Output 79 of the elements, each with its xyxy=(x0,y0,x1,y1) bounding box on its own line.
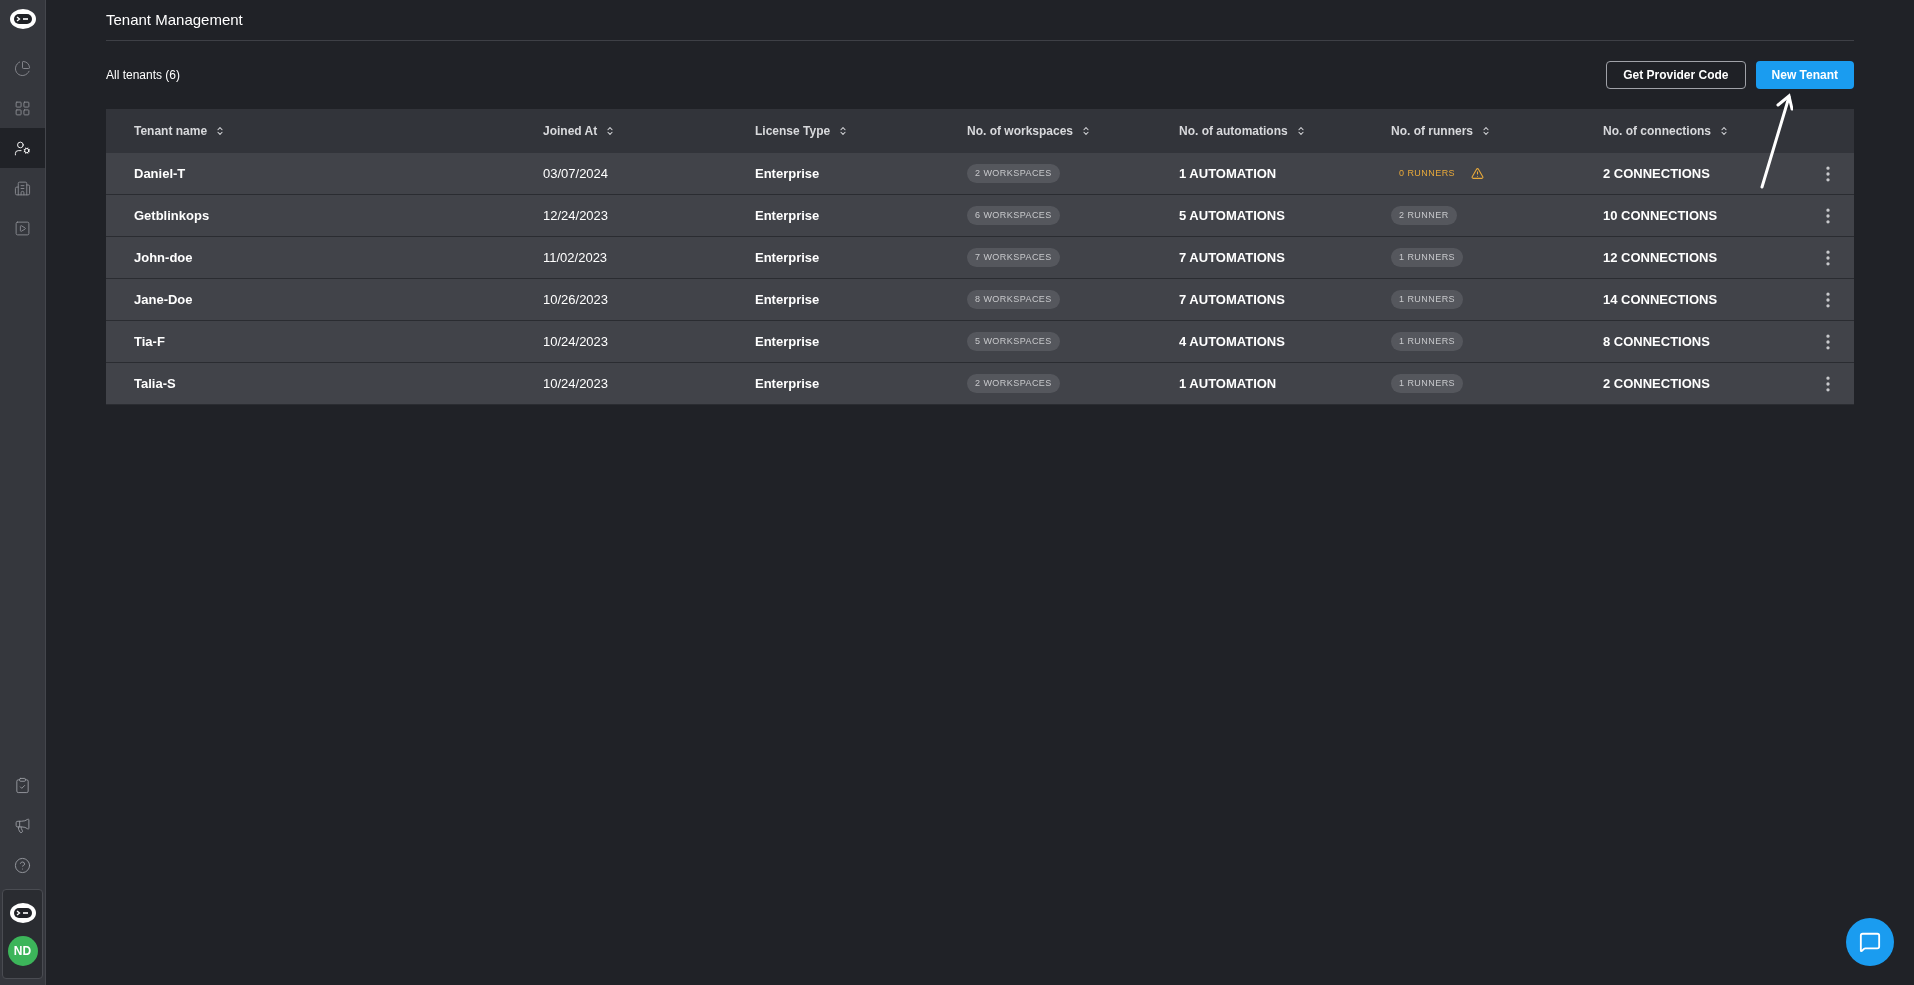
connections-count: 8 CONNECTIONS xyxy=(1603,332,1711,351)
column-header[interactable]: No. of connections xyxy=(1603,122,1798,140)
tenant-name: John-doe xyxy=(134,248,194,267)
joined-date: 10/26/2023 xyxy=(543,290,610,309)
users-icon xyxy=(14,139,31,157)
sidebar-item[interactable] xyxy=(0,128,45,168)
sort-icon xyxy=(1295,126,1306,136)
automations-count: 7 AUTOMATIONS xyxy=(1179,290,1286,309)
warning-icon xyxy=(1471,167,1485,180)
sort-icon xyxy=(1081,126,1092,136)
workspaces-badge: 2 WORKSPACES xyxy=(967,163,1060,184)
sort-icon xyxy=(605,126,616,136)
tenant-name: Talia-S xyxy=(134,374,177,393)
runners-badge: 2 RUNNER xyxy=(1391,205,1457,226)
connections-count: 10 CONNECTIONS xyxy=(1603,206,1719,225)
building-icon xyxy=(14,179,31,197)
automations-count: 4 AUTOMATIONS xyxy=(1179,332,1286,351)
help-icon[interactable] xyxy=(14,856,31,874)
sort-icon xyxy=(838,126,849,136)
connections-count: 14 CONNECTIONS xyxy=(1603,290,1719,309)
license-type: Enterprise xyxy=(755,374,821,393)
connections-count: 12 CONNECTIONS xyxy=(1603,248,1719,267)
column-header[interactable]: No. of runners xyxy=(1391,122,1603,140)
column-header[interactable]: License Type xyxy=(755,122,967,140)
sort-icon xyxy=(1481,126,1491,136)
joined-date: 03/07/2024 xyxy=(543,164,610,183)
column-header[interactable]: No. of automations xyxy=(1179,122,1391,140)
license-type: Enterprise xyxy=(755,332,821,351)
tenant-name: Getblinkops xyxy=(134,206,211,225)
robot-logo-icon xyxy=(8,8,37,30)
runners-badge: 1 RUNNERS xyxy=(1391,331,1464,352)
joined-date: 11/02/2023 xyxy=(543,248,609,267)
automations-count: 1 AUTOMATION xyxy=(1179,374,1278,393)
connections-count: 2 CONNECTIONS xyxy=(1603,164,1711,183)
sort-icon xyxy=(1719,126,1729,136)
joined-date: 10/24/2023 xyxy=(543,332,610,351)
table-row[interactable]: John-doe 11/02/2023 Enterprise 7 WORKSPACES 7 AUTOMATIONS 1 RUNNERS 12 CONNECTIONS xyxy=(106,237,1854,279)
column-header[interactable]: Joined At xyxy=(543,122,755,140)
runners-badge: 1 RUNNERS xyxy=(1391,373,1464,394)
checklist-icon[interactable] xyxy=(14,776,31,794)
joined-date: 10/24/2023 xyxy=(543,374,610,393)
workspaces-badge: 7 WORKSPACES xyxy=(967,247,1060,268)
runners-badge: 1 RUNNERS xyxy=(1391,247,1464,268)
page-title: Tenant Management xyxy=(106,9,243,30)
runners-label: 0 RUNNERS xyxy=(1398,166,1457,180)
provider-code-button[interactable]: Get Provider Code xyxy=(1606,61,1746,89)
pie-chart-icon xyxy=(14,59,31,77)
column-header[interactable]: Tenant name xyxy=(134,122,543,140)
license-type: Enterprise xyxy=(755,206,821,225)
workspaces-badge: 5 WORKSPACES xyxy=(967,331,1060,352)
chat-button[interactable] xyxy=(1846,918,1894,966)
robot-logo-icon xyxy=(8,902,37,924)
table-row[interactable]: Getblinkops 12/24/2023 Enterprise 6 WORKSPACES 5 AUTOMATIONS 2 RUNNER 10 CONNECTIONS xyxy=(106,195,1854,237)
chat-icon xyxy=(1859,931,1881,953)
table-row[interactable]: Talia-S 10/24/2023 Enterprise 2 WORKSPACES 1 AUTOMATION 1 RUNNERS 2 CONNECTIONS xyxy=(106,363,1854,405)
tenant-name: Tia-F xyxy=(134,332,166,351)
sort-icon xyxy=(215,126,226,136)
workspaces-badge: 8 WORKSPACES xyxy=(967,289,1060,310)
tenant-name: Jane-Doe xyxy=(134,290,194,309)
license-type: Enterprise xyxy=(755,164,821,183)
table-row[interactable]: Daniel-T 03/07/2024 Enterprise 2 WORKSPACES 1 AUTOMATION 0 RUNNERS 2 CONNECTIONS xyxy=(106,153,1854,195)
runners-badge: 1 RUNNERS xyxy=(1391,289,1464,310)
joined-date: 12/24/2023 xyxy=(543,206,610,225)
automations-count: 1 AUTOMATION xyxy=(1179,164,1278,183)
license-type: Enterprise xyxy=(755,248,821,267)
tenant-name: Daniel-T xyxy=(134,164,187,183)
license-type: Enterprise xyxy=(755,290,821,309)
tenant-count: All tenants (6) xyxy=(106,67,181,84)
table-row[interactable]: Jane-Doe 10/26/2023 Enterprise 8 WORKSPACES 7 AUTOMATIONS 1 RUNNERS 14 CONNECTIONS xyxy=(106,279,1854,321)
megaphone-icon[interactable] xyxy=(14,816,31,834)
connections-count: 2 CONNECTIONS xyxy=(1603,374,1711,393)
column-header[interactable]: No. of workspaces xyxy=(967,122,1179,140)
workspaces-badge: 6 WORKSPACES xyxy=(967,205,1060,226)
play-icon xyxy=(14,219,31,237)
automations-count: 5 AUTOMATIONS xyxy=(1179,206,1286,225)
grid-icon xyxy=(14,99,31,117)
workspaces-badge: 2 WORKSPACES xyxy=(967,373,1060,394)
automations-count: 7 AUTOMATIONS xyxy=(1179,248,1286,267)
table-row[interactable]: Tia-F 10/24/2023 Enterprise 5 WORKSPACES 4 AUTOMATIONS 1 RUNNERS 8 CONNECTIONS xyxy=(106,321,1854,363)
